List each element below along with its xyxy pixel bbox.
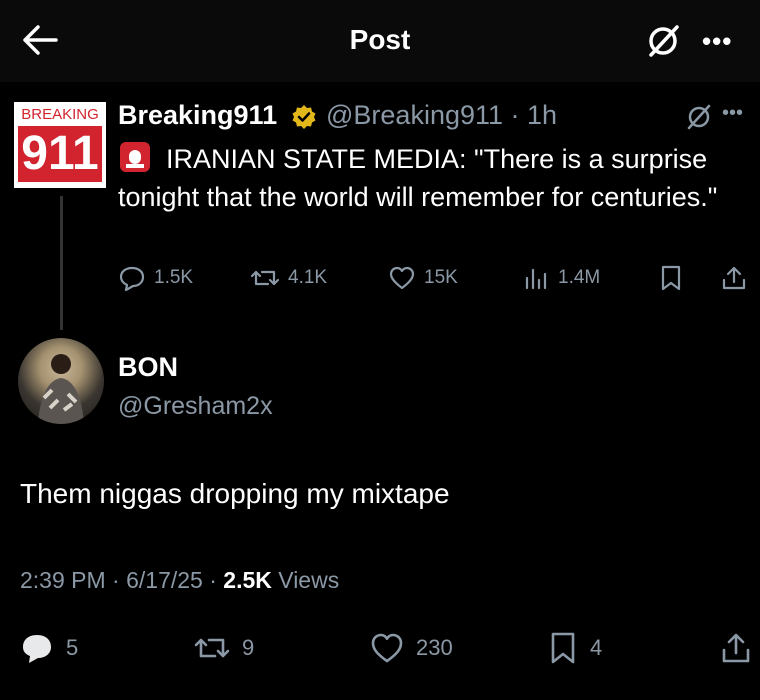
like-count: 230 (416, 635, 453, 660)
reply-button[interactable]: 5 (20, 628, 78, 668)
quoted-grok-button[interactable] (686, 104, 712, 130)
share-icon (722, 633, 750, 663)
heart-icon (371, 633, 403, 663)
siren-emoji-icon (120, 142, 150, 172)
bookmark-button[interactable]: 4 (548, 628, 602, 668)
post-views-label: Views (271, 567, 340, 593)
reply-icon (119, 266, 145, 292)
post-author-name[interactable]: BON (118, 352, 178, 383)
repost-button[interactable]: 9 (194, 628, 254, 668)
grok-button[interactable] (646, 24, 680, 58)
avatar-number: 911 (18, 126, 102, 182)
quoted-like-button[interactable]: 15K (388, 260, 458, 296)
post-view-count[interactable]: 2.5K (223, 567, 272, 593)
quoted-repost-count: 4.1K (288, 267, 328, 288)
repost-icon (194, 638, 230, 658)
like-button[interactable]: 230 (370, 628, 453, 668)
bookmark-count: 4 (590, 635, 603, 660)
bon-avatar[interactable] (18, 338, 104, 424)
quoted-share-button[interactable] (720, 260, 756, 296)
grok-icon (649, 25, 679, 57)
quoted-text-line1: IRANIAN STATE MEDIA: "There is a surpris… (166, 144, 708, 174)
grok-icon (687, 104, 711, 130)
reply-icon (23, 635, 51, 663)
quoted-view-count: 1.4M (558, 267, 601, 288)
heart-icon (389, 266, 415, 290)
bookmark-icon (551, 632, 575, 664)
share-button[interactable] (720, 628, 760, 668)
breaking911-avatar[interactable]: BREAKING 911 (14, 102, 106, 188)
bookmark-icon (661, 265, 681, 291)
more-options-button[interactable]: ••• (702, 26, 732, 57)
repost-count: 9 (242, 635, 255, 660)
quoted-text-line2: tonight that the world will remember for… (118, 182, 718, 212)
quoted-bookmark-button[interactable] (658, 260, 692, 296)
avatar-top-text: BREAKING (21, 106, 99, 123)
post-meta: 2:39 PM · 6/17/25 · 2.5K Views (20, 567, 339, 594)
quoted-more-button[interactable]: ••• (722, 102, 743, 125)
post-author-handle[interactable]: @Gresham2x (118, 392, 273, 421)
repost-icon (250, 270, 280, 286)
quoted-reply-button[interactable]: 1.5K (118, 260, 193, 296)
post-text: Them niggas dropping my mixtape (20, 478, 450, 509)
verified-badge-icon (291, 104, 317, 130)
quoted-author-handle[interactable]: @Breaking911 · 1h (326, 100, 557, 131)
quoted-views-button[interactable]: 1.4M (522, 260, 600, 296)
quoted-reply-count: 1.5K (154, 267, 194, 288)
analytics-icon (525, 268, 547, 290)
quoted-repost-button[interactable]: 4.1K (250, 260, 327, 296)
post-timestamp: 2:39 PM · 6/17/25 · (20, 567, 224, 593)
thread-line (60, 196, 63, 330)
share-icon (722, 266, 746, 290)
reply-count: 5 (66, 635, 79, 660)
quoted-author-name[interactable]: Breaking911 (118, 100, 277, 131)
quoted-like-count: 15K (424, 267, 458, 288)
